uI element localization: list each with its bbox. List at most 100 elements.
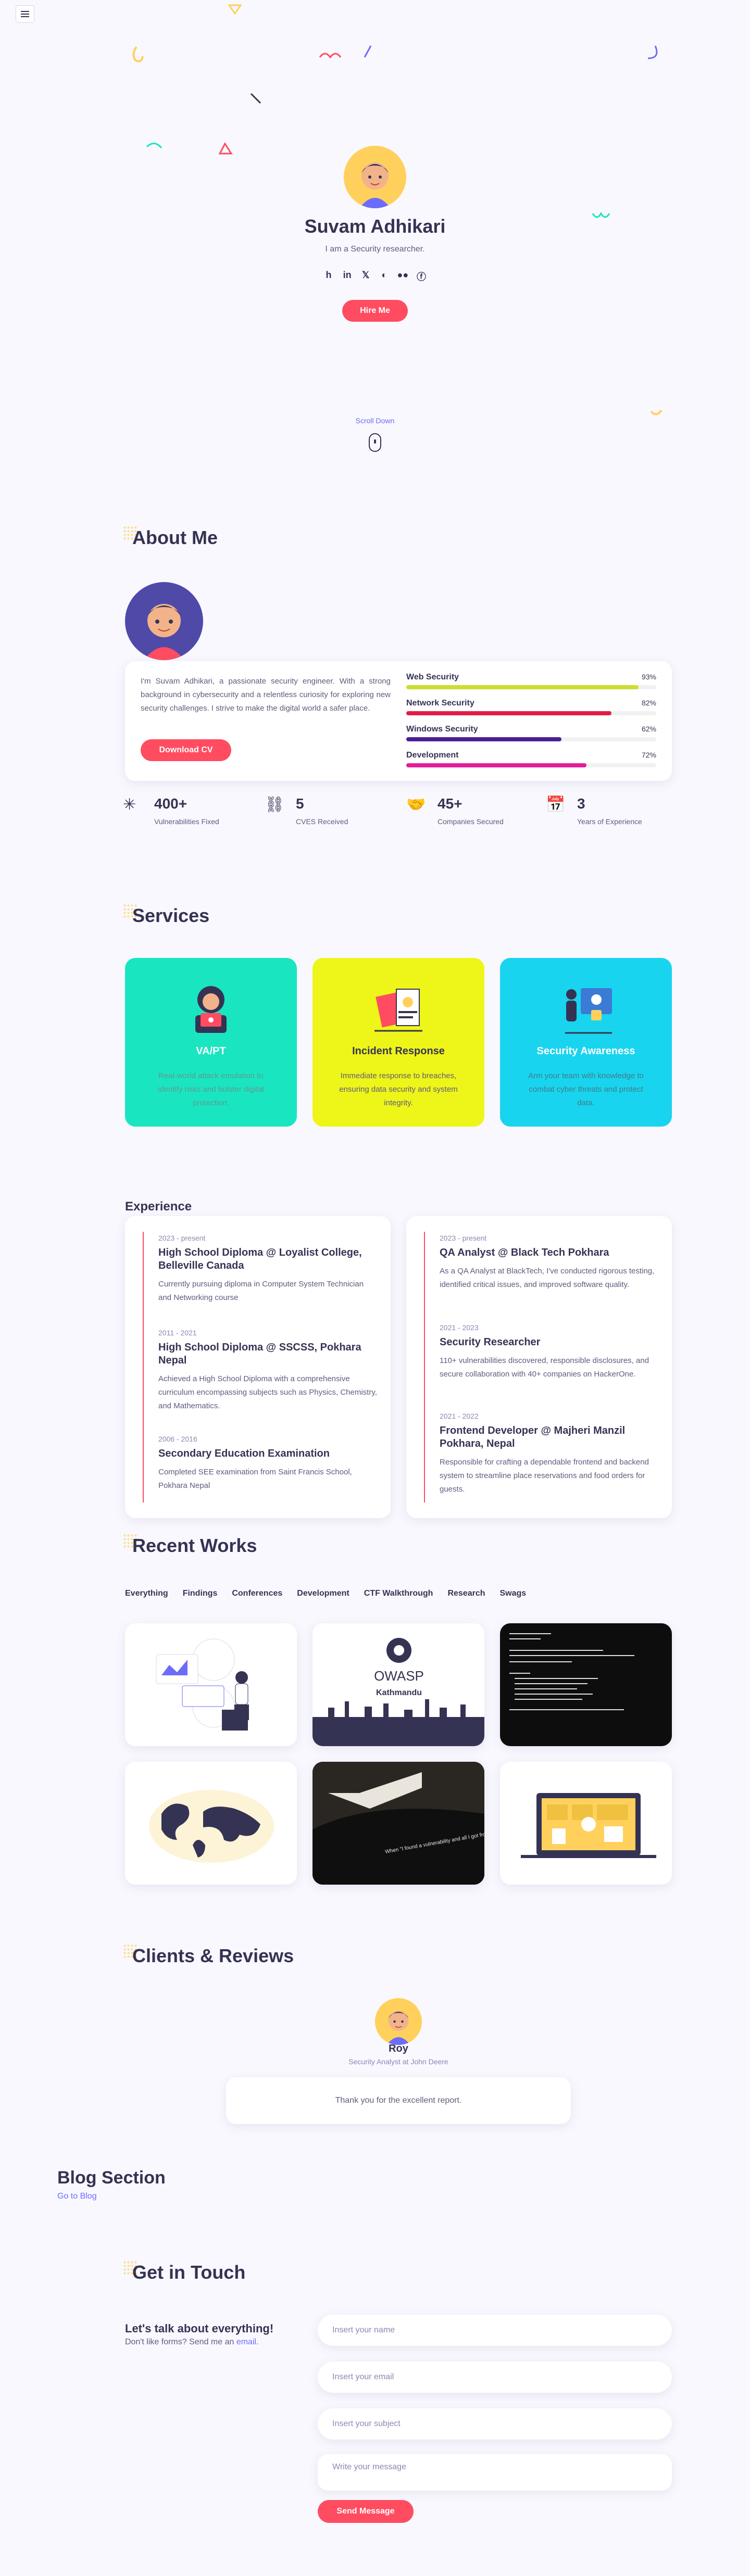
hackerone-icon[interactable]: h: [323, 270, 334, 283]
send-message-button[interactable]: Send Message: [318, 2500, 414, 2523]
facebook-icon[interactable]: ⓕ: [416, 270, 427, 283]
skill-windows-security: Windows Security 62%: [406, 725, 656, 741]
works-filters: Everything Findings Conferences Developm…: [125, 1589, 526, 1598]
timeline-item: 2023 - present QA Analyst @ Black Tech Po…: [440, 1234, 658, 1292]
work-item-research[interactable]: [125, 1762, 297, 1885]
message-input[interactable]: [318, 2454, 672, 2491]
timeline-title: High School Diploma @ Loyalist College, …: [158, 1247, 362, 1271]
contact-text: Don't like forms? Send me an email.: [125, 2338, 259, 2347]
timeline-item: 2023 - present High School Diploma @ Loya…: [158, 1234, 377, 1305]
owasp-subtext: Kathmandu: [376, 1688, 422, 1697]
hire-me-button[interactable]: Hire Me: [342, 300, 408, 322]
client-role: Security Analyst at John Deere: [348, 2057, 448, 2066]
timeline-item: 2021 - 2023 Security Researcher 110+ vulne…: [440, 1323, 658, 1381]
contact-heading: Let's talk about everything!: [125, 2322, 274, 2335]
work-item-conference[interactable]: OWASP Kathmandu: [312, 1623, 484, 1746]
skill-name: Web Security: [406, 673, 459, 681]
blog-title: Blog Section: [57, 2168, 166, 2188]
work-item-ctf[interactable]: [500, 1623, 672, 1746]
email-link[interactable]: email: [236, 2338, 256, 2346]
timeline-line: [424, 1232, 425, 1502]
experience-title: Experience: [125, 1199, 192, 1214]
timeline-title: QA Analyst @ Black Tech Pokhara: [440, 1247, 609, 1258]
handshake-icon: 🤝: [406, 796, 426, 813]
fact-number: 45+: [438, 795, 463, 812]
about-text: I'm Suvam Adhikari, a passionate securit…: [141, 677, 391, 713]
link-icon: ⛓: [265, 796, 285, 813]
service-card-security-awareness: Security Awareness Arm your team with kn…: [500, 958, 672, 1127]
skill-name: Development: [406, 751, 459, 760]
skill-fill: [406, 711, 611, 715]
clients-title: Clients & Reviews: [132, 1945, 294, 1966]
go-to-blog-link[interactable]: Go to Blog: [57, 2192, 97, 2201]
service-desc: Arm your team with knowledge to combat c…: [528, 1071, 644, 1107]
hacker-illustration: [195, 986, 227, 1033]
services-title: Services: [132, 905, 210, 926]
incident-illustration: [374, 989, 422, 1032]
hero-name: Suvam Adhikari: [304, 216, 446, 237]
hero-avatar: [344, 146, 406, 208]
service-title: VA/PT: [196, 1045, 226, 1057]
works-title: Recent Works: [132, 1535, 257, 1556]
timeline-title: Security Researcher: [440, 1336, 541, 1348]
medium-icon[interactable]: ●●: [397, 270, 409, 283]
timeline-title: High School Diploma @ SSCSS, Pokhara Nep…: [158, 1342, 361, 1366]
x-icon[interactable]: 𝕏: [360, 270, 371, 283]
skill-value: 93%: [641, 673, 656, 681]
timeline-desc: 110+ vulnerabilities discovered, respons…: [440, 1356, 649, 1379]
filter-development[interactable]: Development: [297, 1589, 349, 1598]
timeline-date: 2021 - 2022: [440, 1412, 479, 1420]
calendar-icon: 📅: [546, 796, 566, 813]
fact-number: 400+: [154, 795, 188, 812]
timeline-date: 2011 - 2021: [158, 1329, 197, 1337]
filter-swags[interactable]: Swags: [500, 1589, 527, 1598]
service-desc: Immediate response to breaches, ensuring…: [339, 1071, 458, 1107]
filter-findings[interactable]: Findings: [183, 1589, 218, 1598]
timeline-date: 2006 - 2016: [158, 1435, 197, 1443]
skill-name: Network Security: [406, 699, 474, 708]
mouse-scroll-icon[interactable]: [369, 433, 381, 452]
social-links: h in 𝕏 ◐ ●● ⓕ: [323, 270, 427, 283]
world-map-illustration: [149, 1790, 274, 1863]
owasp-text: OWASP: [374, 1668, 424, 1684]
laptop-illustration: [521, 1793, 656, 1858]
filter-ctf-walkthrough[interactable]: CTF Walkthrough: [364, 1589, 433, 1598]
work-item-development[interactable]: [500, 1762, 672, 1885]
skill-network-security: Network Security 82%: [406, 699, 656, 715]
filter-everything[interactable]: Everything: [125, 1589, 168, 1598]
skill-development: Development 72%: [406, 751, 656, 767]
service-card-incident-response: Incident Response Immediate response to …: [312, 958, 484, 1127]
fact-number: 3: [577, 795, 585, 812]
terminal-screenshot: [509, 1633, 634, 1710]
work-item-swag[interactable]: When "I found a vulnerability and all I …: [312, 1762, 484, 1885]
timeline-desc: Completed SEE examination from Saint Fra…: [158, 1468, 352, 1490]
skill-name: Windows Security: [406, 725, 478, 734]
download-cv-button[interactable]: Download CV: [141, 739, 231, 761]
skill-value: 62%: [641, 725, 656, 733]
name-input[interactable]: [318, 2315, 672, 2346]
subject-input[interactable]: [318, 2408, 672, 2440]
filter-research[interactable]: Research: [447, 1589, 485, 1598]
timeline-item: 2006 - 2016 Secondary Education Examinati…: [158, 1435, 377, 1493]
service-card-vapt: VA/PT Real-world attack emulation to ide…: [125, 958, 297, 1127]
github-icon[interactable]: ◐: [379, 270, 390, 283]
service-desc: Real-world attack emulation to identify …: [157, 1071, 265, 1107]
timeline-desc: Responsible for crafting a dependable fr…: [440, 1458, 649, 1494]
hero-role: I am a Security researcher.: [325, 245, 425, 254]
review-bubble: Thank you for the excellent report.: [226, 2077, 571, 2124]
timeline-line: [143, 1232, 144, 1502]
filter-conferences[interactable]: Conferences: [232, 1589, 282, 1598]
fact-number: 5: [296, 795, 304, 812]
skill-fill: [406, 737, 561, 741]
timeline-item: 2021 - 2022 Frontend Developer @ Majheri …: [440, 1412, 658, 1496]
email-input[interactable]: [318, 2362, 672, 2393]
linkedin-icon[interactable]: in: [342, 270, 353, 283]
timeline-date: 2023 - present: [158, 1234, 206, 1242]
fact-label: Years of Experience: [577, 817, 642, 826]
tshirt-photo: When "I found a vulnerability and all I …: [312, 1762, 484, 1885]
scroll-down-link[interactable]: Scroll Down: [0, 416, 750, 425]
skill-value: 72%: [641, 751, 656, 759]
service-title: Incident Response: [352, 1045, 445, 1057]
about-avatar: [125, 582, 203, 660]
work-item-finding[interactable]: [125, 1623, 297, 1746]
